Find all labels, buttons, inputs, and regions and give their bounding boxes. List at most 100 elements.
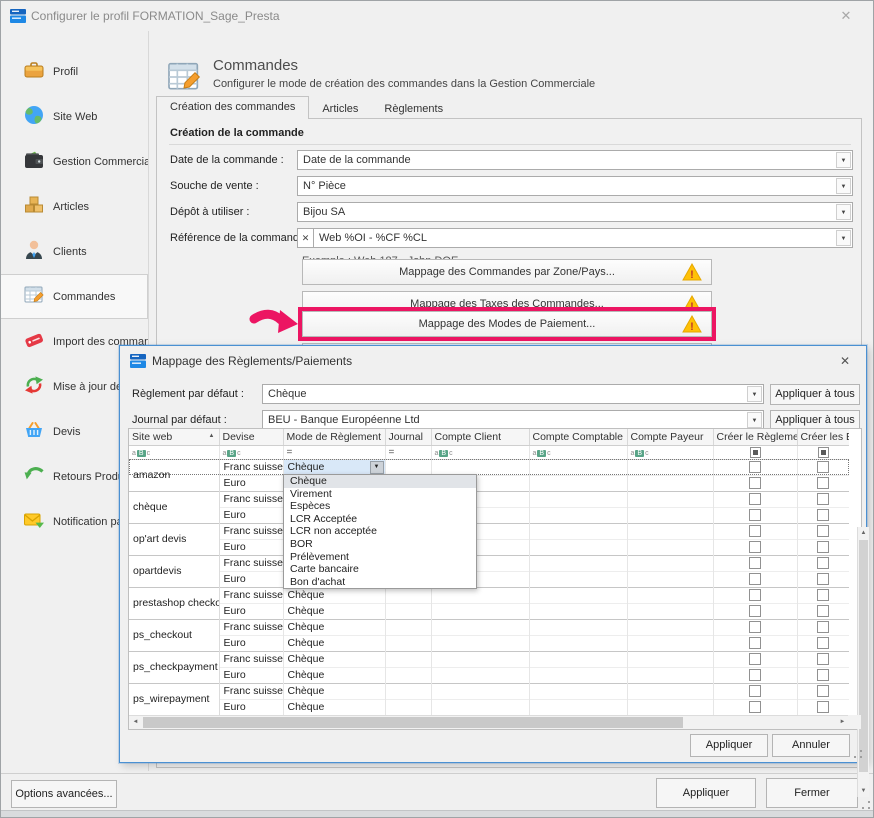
compte-client-cell[interactable] <box>431 603 529 619</box>
journal-cell[interactable] <box>385 699 431 715</box>
reglement-defaut-select[interactable]: Chèque ▼ <box>262 384 764 404</box>
journal-cell[interactable] <box>385 651 431 667</box>
dropdown-item[interactable]: LCR non acceptée <box>284 525 476 538</box>
compte-comptable-cell[interactable] <box>529 507 627 523</box>
compte-payeur-cell[interactable] <box>627 539 713 555</box>
chevron-down-icon[interactable]: ▼ <box>747 412 762 428</box>
mode-cell[interactable]: Chèque <box>283 683 385 699</box>
dropdown-item[interactable]: Virement <box>284 488 476 501</box>
creer-echeances-checkbox[interactable] <box>817 605 829 617</box>
sidebar-item-articles[interactable]: Articles <box>1 184 148 229</box>
compte-comptable-cell[interactable] <box>529 683 627 699</box>
clear-reference-button[interactable]: ✕ <box>297 228 314 248</box>
date-commande-select[interactable]: Date de la commande ▼ <box>297 150 853 170</box>
scrollbar-thumb[interactable] <box>859 540 868 772</box>
creer-echeances-checkbox[interactable] <box>817 477 829 489</box>
mode-cell-editor[interactable]: Chèque▼ <box>283 459 385 475</box>
sidebar-item-commandes[interactable]: Commandes <box>1 274 148 319</box>
window-close-icon[interactable]: ✕ <box>833 6 859 26</box>
dropdown-item[interactable]: Bon d'achat <box>284 576 476 589</box>
creer-echeances-checkbox[interactable] <box>817 653 829 665</box>
creer-reglement-checkbox[interactable] <box>749 701 761 713</box>
creer-echeances-checkbox[interactable] <box>817 541 829 553</box>
compte-comptable-cell[interactable] <box>529 571 627 587</box>
journal-cell[interactable] <box>385 459 431 475</box>
mapping-paiement-button[interactable]: Mappage des Modes de Paiement... ! <box>302 311 712 337</box>
journal-cell[interactable] <box>385 587 431 603</box>
compte-payeur-cell[interactable] <box>627 699 713 715</box>
scrollbar-thumb[interactable] <box>143 717 683 728</box>
compte-client-cell[interactable] <box>431 667 529 683</box>
compte-payeur-cell[interactable] <box>627 651 713 667</box>
apply-all-reglement-button[interactable]: Appliquer à tous <box>770 384 860 405</box>
journal-cell[interactable] <box>385 619 431 635</box>
creer-reglement-checkbox[interactable] <box>749 573 761 585</box>
creer-echeances-checkbox[interactable] <box>817 557 829 569</box>
compte-client-cell[interactable] <box>431 651 529 667</box>
compte-payeur-cell[interactable] <box>627 587 713 603</box>
compte-comptable-cell[interactable] <box>529 555 627 571</box>
journal-cell[interactable] <box>385 667 431 683</box>
dropdown-item[interactable]: Carte bancaire <box>284 563 476 576</box>
creer-reglement-checkbox[interactable] <box>749 605 761 617</box>
mode-cell[interactable]: Chèque <box>283 635 385 651</box>
dropdown-item[interactable]: Prélèvement <box>284 551 476 564</box>
dropdown-item[interactable]: BOR <box>284 538 476 551</box>
journal-cell[interactable] <box>385 603 431 619</box>
close-button[interactable]: Fermer <box>766 778 858 808</box>
col-mode-reglement[interactable]: Mode de Règlement <box>283 429 385 445</box>
compte-client-cell[interactable] <box>431 683 529 699</box>
chevron-down-icon[interactable]: ▼ <box>747 386 762 402</box>
compte-comptable-cell[interactable] <box>529 699 627 715</box>
creer-reglement-checkbox[interactable] <box>749 653 761 665</box>
creer-reglement-checkbox[interactable] <box>749 493 761 505</box>
mode-cell[interactable]: Chèque <box>283 603 385 619</box>
compte-payeur-cell[interactable] <box>627 667 713 683</box>
souche-vente-select[interactable]: N° Pièce ▼ <box>297 176 853 196</box>
compte-comptable-cell[interactable] <box>529 491 627 507</box>
creer-echeances-checkbox[interactable] <box>817 701 829 713</box>
col-compte-comptable[interactable]: Compte Comptable <box>529 429 627 445</box>
scroll-left-icon[interactable]: ◄ <box>129 716 142 729</box>
tab-articles[interactable]: Articles <box>309 99 371 119</box>
mapping-zones-button[interactable]: Mappage des Commandes par Zone/Pays... ! <box>302 259 712 285</box>
filter-site[interactable]: aBc <box>129 445 219 459</box>
scroll-down-icon[interactable]: ▼ <box>858 785 869 797</box>
filter-devise[interactable]: aBc <box>219 445 283 459</box>
filter-compte-client[interactable]: aBc <box>431 445 529 459</box>
mode-cell[interactable]: Chèque <box>283 619 385 635</box>
compte-payeur-cell[interactable] <box>627 491 713 507</box>
sidebar-item-clients[interactable]: Clients <box>1 229 148 274</box>
creer-reglement-checkbox[interactable] <box>749 509 761 521</box>
tab-creation-des-commandes[interactable]: Création des commandes <box>156 96 309 119</box>
creer-reglement-checkbox[interactable] <box>749 525 761 537</box>
compte-comptable-cell[interactable] <box>529 587 627 603</box>
chevron-down-icon[interactable]: ▼ <box>836 152 851 168</box>
sidebar-item-profil[interactable]: Profil <box>1 49 148 94</box>
reference-select[interactable]: Web %OI - %CF %CL ▼ <box>313 228 853 248</box>
compte-payeur-cell[interactable] <box>627 523 713 539</box>
compte-comptable-cell[interactable] <box>529 459 627 475</box>
dropdown-item[interactable]: LCR Acceptée <box>284 513 476 526</box>
filter-journal[interactable]: = <box>385 445 431 459</box>
compte-payeur-cell[interactable] <box>627 603 713 619</box>
dropdown-item[interactable]: Espèces <box>284 500 476 513</box>
col-devise[interactable]: Devise <box>219 429 283 445</box>
filter-creer-echeances[interactable] <box>797 445 849 459</box>
compte-comptable-cell[interactable] <box>529 475 627 491</box>
compte-payeur-cell[interactable] <box>627 459 713 475</box>
creer-reglement-checkbox[interactable] <box>749 621 761 633</box>
compte-comptable-cell[interactable] <box>529 667 627 683</box>
compte-payeur-cell[interactable] <box>627 683 713 699</box>
creer-reglement-checkbox[interactable] <box>749 557 761 569</box>
compte-client-cell[interactable] <box>431 619 529 635</box>
creer-reglement-checkbox[interactable] <box>749 477 761 489</box>
compte-comptable-cell[interactable] <box>529 651 627 667</box>
creer-echeances-checkbox[interactable] <box>817 509 829 521</box>
dialog-resize-grip[interactable] <box>853 749 863 759</box>
compte-payeur-cell[interactable] <box>627 475 713 491</box>
journal-cell[interactable] <box>385 683 431 699</box>
compte-client-cell[interactable] <box>431 699 529 715</box>
creer-reglement-checkbox[interactable] <box>749 589 761 601</box>
creer-reglement-checkbox[interactable] <box>749 461 761 473</box>
